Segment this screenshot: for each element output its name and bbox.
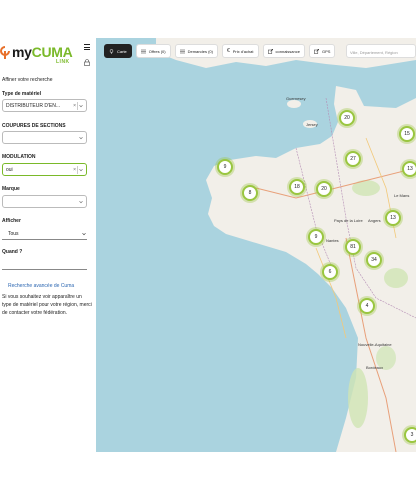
tab-connaissance[interactable]: connaissance [262, 44, 305, 58]
advanced-search-link[interactable]: Recherche avancée de Cuma [8, 283, 74, 289]
marque-select[interactable] [2, 195, 87, 208]
logo-mark-icon [0, 46, 10, 59]
tab-offres-label: Offres (0) [148, 48, 166, 54]
type-value: DISTRIBUTEUR D'EN... [6, 103, 61, 109]
coupures-select[interactable] [2, 131, 87, 144]
clear-icon[interactable]: × [73, 103, 76, 109]
map-pin-icon [109, 48, 114, 54]
refine-title: Affiner votre recherche [2, 77, 53, 83]
afficher-label: Afficher [2, 218, 21, 224]
tab-prix-label: Prix d'achat [232, 48, 254, 54]
location-search-input[interactable]: Ville, Département, Région [346, 44, 416, 58]
chevron-down-icon[interactable] [79, 104, 83, 108]
chevron-down-icon[interactable] [79, 136, 83, 140]
city-jersey: Jersey [306, 122, 318, 127]
cluster-marker[interactable]: 34 [366, 252, 382, 268]
cluster-marker[interactable]: 6 [322, 264, 338, 280]
cluster-marker[interactable]: 20 [339, 110, 355, 126]
cluster-marker[interactable]: 9 [308, 229, 324, 245]
city-nantes: Nantes [326, 238, 339, 243]
tab-demandes-label: Demandes (0) [187, 48, 213, 54]
chevron-down-icon[interactable] [82, 232, 86, 236]
cluster-marker[interactable]: 20 [316, 181, 332, 197]
afficher-value: Tous [8, 231, 19, 237]
list-icon [179, 49, 185, 53]
city-bordeaux: Bordeaux [366, 365, 384, 370]
type-select[interactable]: DISTRIBUTEUR D'EN... × [2, 99, 87, 112]
modulation-select[interactable]: oui × [2, 163, 87, 176]
menu-icon[interactable] [84, 44, 90, 50]
info-text: Si vous souhaitez voir apparaître un typ… [2, 294, 92, 316]
external-link-icon [314, 48, 319, 54]
coupures-label: COUPURES DE SECTIONS [2, 123, 66, 129]
map-toolbar: Carte Offres (0) Demandes (0) € Prix d'a… [104, 44, 336, 58]
chevron-down-icon[interactable] [79, 168, 83, 172]
cluster-marker[interactable]: 13 [385, 210, 401, 226]
type-label: Type de matériel [2, 91, 42, 97]
logo[interactable]: myCUMA LINK [0, 44, 80, 66]
tab-demandes[interactable]: Demandes (0) [174, 44, 218, 58]
city-le-mans: Le Mans [394, 193, 410, 198]
logo-sub: LINK [56, 59, 70, 65]
cluster-marker[interactable]: 9 [217, 159, 233, 175]
city-guernsey: Guernesey [286, 96, 306, 101]
tab-gps-label: GPS [321, 48, 331, 54]
marque-label: Marque [2, 186, 20, 192]
afficher-select[interactable]: Tous [2, 228, 87, 240]
cluster-marker[interactable]: 13 [402, 161, 416, 177]
external-link-icon [267, 48, 273, 54]
select-separator [77, 102, 78, 110]
cluster-marker[interactable]: 81 [345, 239, 361, 255]
euro-icon: € [226, 48, 230, 54]
lock-icon[interactable] [84, 59, 90, 66]
cluster-marker[interactable]: 15 [399, 126, 415, 142]
cluster-marker[interactable]: 18 [289, 179, 305, 195]
tab-carte-label: Carte [117, 48, 127, 54]
tab-gps[interactable]: GPS [308, 44, 336, 58]
map[interactable]: Guernesey Jersey Nantes Bordeaux Angers … [96, 38, 416, 452]
cluster-marker[interactable]: 4 [359, 298, 375, 314]
map-base [156, 38, 416, 452]
clear-icon[interactable]: × [73, 167, 76, 173]
date-input[interactable] [2, 258, 87, 270]
tab-prix[interactable]: € Prix d'achat [221, 44, 259, 58]
quand-label: Quand ? [2, 249, 23, 255]
cluster-marker[interactable]: 3 [404, 427, 416, 443]
region-nouvelle-aquitaine: Nouvelle-Aquitaine [358, 342, 392, 347]
list-icon [140, 49, 146, 53]
chevron-down-icon[interactable] [79, 200, 83, 204]
logo-text: myCUMA [12, 44, 73, 60]
select-separator [77, 166, 78, 174]
tab-offres[interactable]: Offres (0) [135, 44, 171, 58]
region-pays-de-la-loire: Pays de la Loire [334, 218, 363, 223]
modulation-label: MODULATION [2, 154, 36, 160]
tab-connaissance-label: connaissance [275, 48, 300, 54]
tab-carte[interactable]: Carte [104, 44, 132, 58]
modulation-value: oui [6, 167, 13, 173]
cluster-marker[interactable]: 8 [242, 185, 258, 201]
cluster-marker[interactable]: 27 [345, 151, 361, 167]
city-angers: Angers [368, 218, 381, 223]
